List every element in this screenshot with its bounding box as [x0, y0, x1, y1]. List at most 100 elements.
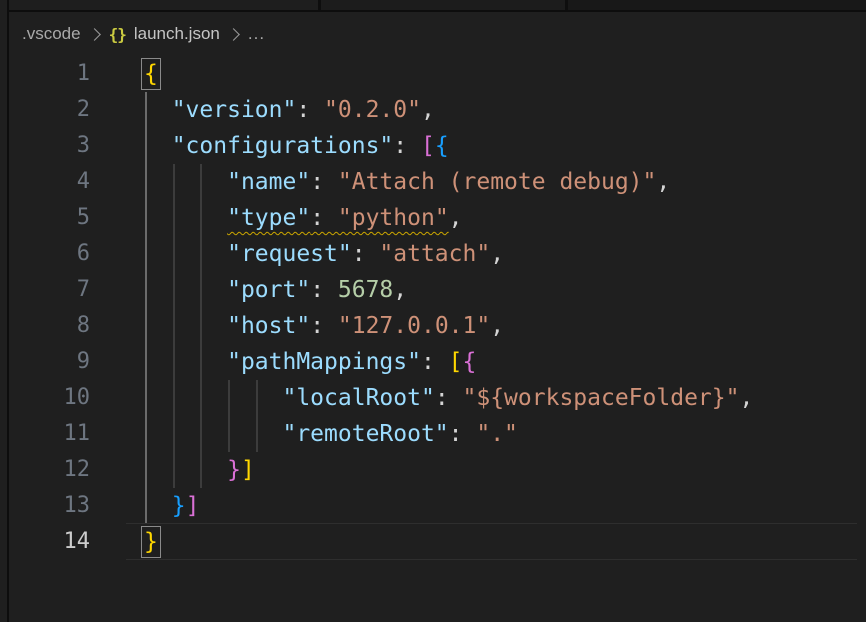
code-line-text: "port": 5678, — [144, 272, 866, 308]
token-orchid: ] — [186, 493, 200, 519]
warning-squiggle: "type" — [227, 205, 310, 231]
token-orchid: [ — [421, 133, 435, 159]
line-number[interactable]: 14 — [0, 524, 90, 560]
line-number[interactable]: 3 — [0, 128, 90, 164]
code-line[interactable]: 4 "name": "Attach (remote debug)", — [0, 164, 866, 200]
breadcrumb-symbol-ellipsis[interactable]: ... — [248, 24, 265, 44]
token-key: "pathMappings" — [227, 349, 421, 375]
breadcrumb-folder[interactable]: .vscode — [22, 24, 81, 44]
code-line-text: } — [144, 524, 866, 560]
line-number[interactable]: 5 — [0, 200, 90, 236]
tab-separator — [565, 0, 568, 10]
token-punct: : — [310, 277, 338, 303]
code-line[interactable]: 13 }] — [0, 488, 866, 524]
token-punct: : — [449, 421, 477, 447]
token-punct: , — [656, 169, 670, 195]
chevron-right-icon — [227, 28, 240, 41]
code-line[interactable]: 1{ — [0, 56, 866, 92]
token-string: "${workspaceFolder}" — [463, 385, 740, 411]
line-number[interactable]: 7 — [0, 272, 90, 308]
tab-active[interactable] — [9, 0, 318, 10]
code-line[interactable]: 12 }] — [0, 452, 866, 488]
tab-inactive[interactable] — [321, 0, 565, 10]
token-string: "127.0.0.1" — [338, 313, 490, 339]
token-punct: : — [352, 241, 380, 267]
token-ws — [144, 421, 282, 447]
token-ws — [144, 241, 227, 267]
code-line-text: }] — [144, 488, 866, 524]
line-number[interactable]: 6 — [0, 236, 90, 272]
token-ws — [144, 169, 227, 195]
code-line[interactable]: 9 "pathMappings": [{ — [0, 344, 866, 380]
token-ws — [144, 457, 227, 483]
line-number[interactable]: 13 — [0, 488, 90, 524]
line-number[interactable]: 4 — [0, 164, 90, 200]
token-key: "host" — [227, 313, 310, 339]
token-ws — [144, 385, 282, 411]
bracket-match: } — [144, 529, 158, 555]
code-line-text: "remoteRoot": "." — [144, 416, 866, 452]
code-line-text: "localRoot": "${workspaceFolder}", — [144, 380, 866, 416]
token-punct: : — [435, 385, 463, 411]
tab-bar — [9, 0, 866, 10]
code-line-text: "host": "127.0.0.1", — [144, 308, 866, 344]
token-punct: , — [393, 277, 407, 303]
code-line[interactable]: 7 "port": 5678, — [0, 272, 866, 308]
token-punct: , — [449, 205, 463, 231]
code-line[interactable]: 14} — [0, 524, 866, 560]
token-punct: , — [421, 97, 435, 123]
token-string: "0.2.0" — [324, 97, 421, 123]
token-key: "version" — [172, 97, 297, 123]
token-ws — [144, 133, 172, 159]
code-line[interactable]: 2 "version": "0.2.0", — [0, 92, 866, 128]
code-line[interactable]: 5 "type": "python", — [0, 200, 866, 236]
token-punct: : — [393, 133, 421, 159]
line-number[interactable]: 11 — [0, 416, 90, 452]
token-number: 5678 — [338, 277, 393, 303]
vscode-window: .vscode {} launch.json ... 1{2 "version"… — [0, 0, 866, 622]
code-editor[interactable]: 1{2 "version": "0.2.0",3 "configurations… — [0, 56, 866, 560]
code-line[interactable]: 3 "configurations": [{ — [0, 128, 866, 164]
token-punct: , — [739, 385, 753, 411]
breadcrumb: .vscode {} launch.json ... — [9, 12, 866, 56]
token-string: "." — [476, 421, 518, 447]
token-key: "name" — [227, 169, 310, 195]
warning-squiggle: : — [310, 205, 338, 231]
token-punct: , — [490, 313, 504, 339]
token-gold: ] — [241, 457, 255, 483]
token-string: "Attach (remote debug)" — [338, 169, 657, 195]
token-ws — [144, 277, 227, 303]
token-punct: : — [421, 349, 449, 375]
line-number[interactable]: 8 — [0, 308, 90, 344]
json-file-icon: {} — [109, 25, 126, 44]
line-number[interactable]: 9 — [0, 344, 90, 380]
token-string: "attach" — [379, 241, 490, 267]
token-punct: , — [490, 241, 504, 267]
code-line-text: "name": "Attach (remote debug)", — [144, 164, 866, 200]
token-orchid: } — [227, 457, 241, 483]
line-number[interactable]: 2 — [0, 92, 90, 128]
token-gold: [ — [449, 349, 463, 375]
line-number[interactable]: 10 — [0, 380, 90, 416]
code-line-text: { — [144, 56, 866, 92]
code-line-text: }] — [144, 452, 866, 488]
token-ws — [144, 493, 172, 519]
code-line[interactable]: 10 "localRoot": "${workspaceFolder}", — [0, 380, 866, 416]
code-line[interactable]: 6 "request": "attach", — [0, 236, 866, 272]
token-blue: { — [435, 133, 449, 159]
code-line[interactable]: 11 "remoteRoot": "." — [0, 416, 866, 452]
code-line-text: "version": "0.2.0", — [144, 92, 866, 128]
code-line[interactable]: 8 "host": "127.0.0.1", — [0, 308, 866, 344]
chevron-right-icon — [88, 28, 101, 41]
line-number[interactable]: 12 — [0, 452, 90, 488]
breadcrumb-file[interactable]: launch.json — [134, 24, 220, 44]
token-key: "configurations" — [172, 133, 394, 159]
code-line-text: "configurations": [{ — [144, 128, 866, 164]
code-line-text: "request": "attach", — [144, 236, 866, 272]
token-punct: : — [310, 169, 338, 195]
token-ws — [144, 97, 172, 123]
warning-squiggle: "python" — [338, 205, 449, 231]
token-punct: : — [296, 97, 324, 123]
token-key: "request" — [227, 241, 352, 267]
line-number[interactable]: 1 — [0, 56, 90, 92]
